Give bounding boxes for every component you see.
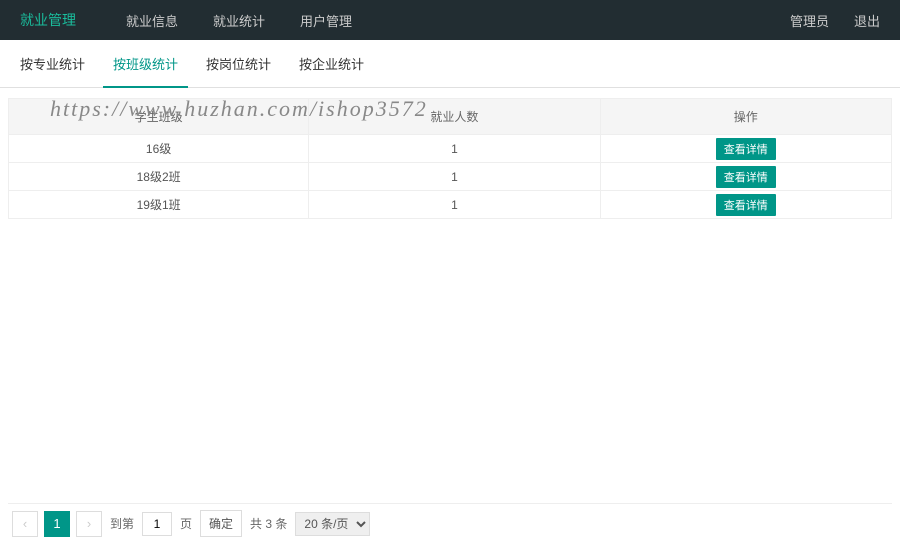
header-count: 就业人数 [309, 99, 600, 135]
view-detail-button[interactable]: 查看详情 [716, 166, 776, 188]
pager: ‹ 1 › 到第 页 确定 共 3 条 20 条/页 [8, 503, 892, 543]
nav-link-info[interactable]: 就业信息 [126, 11, 178, 30]
pager-prev-button[interactable]: ‹ [12, 511, 38, 537]
cell-count: 1 [309, 163, 600, 191]
table-row: 19级1班 1 查看详情 [9, 191, 892, 219]
tab-by-class[interactable]: 按班级统计 [103, 42, 188, 88]
header-action: 操作 [600, 99, 891, 135]
cell-action: 查看详情 [600, 191, 891, 219]
tabs: 按专业统计 按班级统计 按岗位统计 按企业统计 [0, 42, 900, 88]
tab-by-major[interactable]: 按专业统计 [10, 42, 95, 88]
table-header-row: 学生班级 就业人数 操作 [9, 99, 892, 135]
nav-link-users[interactable]: 用户管理 [300, 11, 352, 30]
cell-class: 16级 [9, 135, 309, 163]
pager-page-suffix: 页 [180, 515, 192, 532]
pager-page-input[interactable] [142, 512, 172, 536]
cell-class: 18级2班 [9, 163, 309, 191]
nav-link-stats[interactable]: 就业统计 [213, 11, 265, 30]
brand: 就业管理 [20, 10, 76, 30]
header-class: 学生班级 [9, 99, 309, 135]
table-row: 16级 1 查看详情 [9, 135, 892, 163]
content: https://www.huzhan.com/ishop3572 学生班级 就业… [0, 88, 900, 219]
view-detail-button[interactable]: 查看详情 [716, 194, 776, 216]
cell-action: 查看详情 [600, 135, 891, 163]
tab-by-position[interactable]: 按岗位统计 [196, 42, 281, 88]
pager-goto-label: 到第 [110, 515, 134, 532]
pager-confirm-button[interactable]: 确定 [200, 510, 242, 537]
cell-action: 查看详情 [600, 163, 891, 191]
pager-next-button[interactable]: › [76, 511, 102, 537]
cell-count: 1 [309, 191, 600, 219]
nav-link-logout[interactable]: 退出 [854, 11, 880, 30]
tab-by-company[interactable]: 按企业统计 [289, 42, 374, 88]
pager-total: 共 3 条 [250, 515, 287, 532]
navbar: 就业管理 就业信息 就业统计 用户管理 管理员 退出 [0, 0, 900, 40]
pager-pagesize-select[interactable]: 20 条/页 [295, 512, 370, 536]
navbar-left: 就业管理 就业信息 就业统计 用户管理 [20, 10, 387, 30]
stats-table: 学生班级 就业人数 操作 16级 1 查看详情 18级2班 1 查看详情 19级… [8, 98, 892, 219]
cell-class: 19级1班 [9, 191, 309, 219]
view-detail-button[interactable]: 查看详情 [716, 138, 776, 160]
cell-count: 1 [309, 135, 600, 163]
pager-page-1[interactable]: 1 [44, 511, 70, 537]
navbar-right: 管理员 退出 [765, 11, 880, 30]
table-row: 18级2班 1 查看详情 [9, 163, 892, 191]
nav-link-admin[interactable]: 管理员 [790, 11, 829, 30]
